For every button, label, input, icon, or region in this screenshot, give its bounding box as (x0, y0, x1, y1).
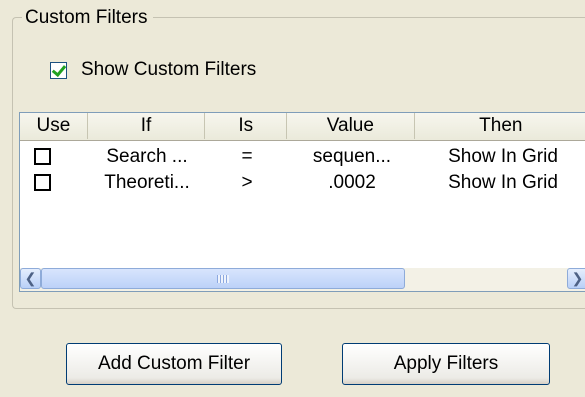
use-checkbox[interactable] (34, 148, 51, 165)
use-checkbox[interactable] (34, 174, 51, 191)
column-header-is[interactable]: Is (205, 113, 288, 139)
add-custom-filter-button[interactable]: Add Custom Filter (66, 343, 282, 385)
use-cell (20, 170, 88, 196)
if-cell: Search ... (106, 146, 188, 167)
use-cell (20, 144, 88, 170)
filters-list[interactable]: Use If Is Value Then Search ... = sequen… (19, 112, 585, 292)
is-cell: > (241, 172, 253, 193)
show-custom-filters-label[interactable]: Show Custom Filters (81, 59, 256, 81)
is-cell: = (241, 146, 253, 167)
grip-icon (217, 275, 229, 283)
column-header-use[interactable]: Use (20, 113, 88, 139)
then-cell: Show In Grid (448, 172, 558, 193)
column-header-if[interactable]: If (87, 113, 206, 139)
apply-filters-button[interactable]: Apply Filters (342, 343, 550, 385)
then-cell: Show In Grid (448, 146, 558, 167)
value-cell: sequen... (312, 146, 392, 167)
column-header-value[interactable]: Value (287, 113, 415, 139)
list-header: Use If Is Value Then (20, 113, 585, 141)
scrollbar-thumb[interactable] (41, 268, 405, 289)
chevron-right-icon[interactable]: ❯ (567, 268, 585, 289)
group-title: Custom Filters (22, 5, 154, 31)
show-custom-filters-checkbox[interactable] (50, 61, 67, 79)
column-header-then[interactable]: Then (414, 113, 585, 139)
value-cell: .0002 (328, 172, 376, 193)
horizontal-scrollbar[interactable]: ❮ ❯ (20, 268, 585, 291)
table-row[interactable]: Theoreti... > .0002 Show In Grid (20, 170, 585, 196)
show-custom-filters-option[interactable]: Show Custom Filters (50, 57, 256, 83)
if-cell: Theoreti... (104, 172, 190, 193)
chevron-left-icon[interactable]: ❮ (20, 268, 41, 289)
table-row[interactable]: Search ... = sequen... Show In Grid (20, 144, 585, 170)
